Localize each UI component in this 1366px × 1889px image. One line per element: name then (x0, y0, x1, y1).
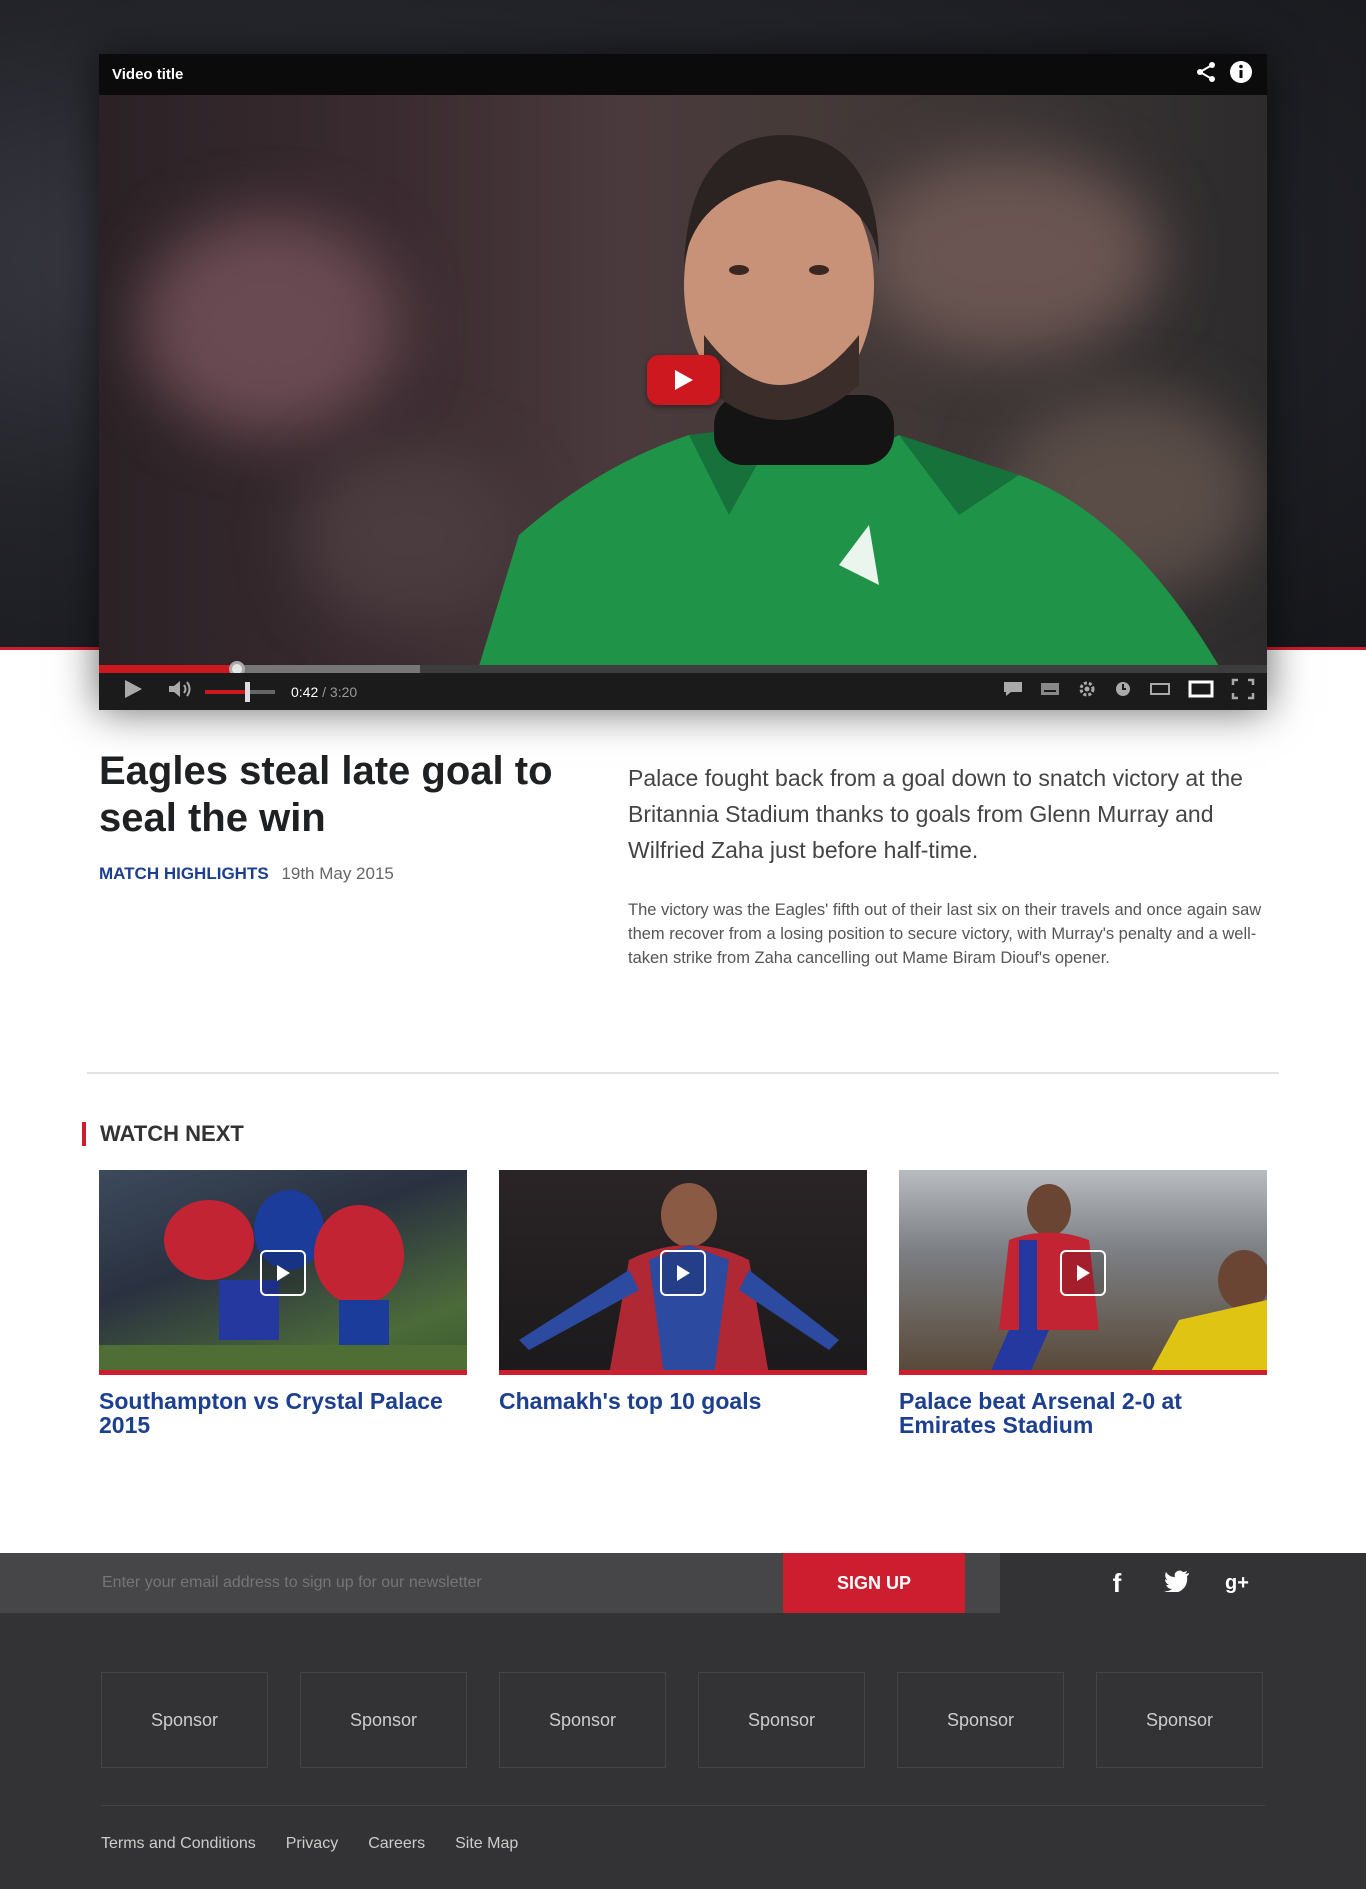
social-links: f g+ (1000, 1553, 1366, 1613)
article-body: The victory was the Eagles' fifth out of… (628, 901, 1262, 967)
watch-later-icon[interactable] (1114, 680, 1132, 703)
video-frame[interactable] (99, 95, 1267, 666)
watch-next-list: Southampton vs Crystal Palace 2015 Chama… (99, 1170, 1267, 1437)
watch-next-heading: WATCH NEXT (82, 1122, 244, 1146)
watch-next-title[interactable]: Palace beat Arsenal 2-0 at Emirates Stad… (899, 1389, 1267, 1437)
thumbnail-play-icon[interactable] (260, 1250, 306, 1296)
time-display: 0:42 / 3:20 (291, 684, 357, 700)
footer-link-careers[interactable]: Careers (368, 1835, 425, 1853)
footer: SIGN UP f g+ Sponsor Sponsor Sponsor Spo… (0, 1553, 1366, 1889)
google-plus-icon[interactable]: g+ (1221, 1572, 1253, 1595)
volume-handle[interactable] (245, 681, 250, 702)
play-icon[interactable] (123, 679, 143, 704)
volume-level (205, 689, 247, 694)
video-player[interactable]: Video title 0:42 / 3:20 (99, 54, 1267, 710)
thumbnail-play-icon[interactable] (660, 1250, 706, 1296)
sponsor-tile[interactable]: Sponsor (897, 1672, 1064, 1768)
footer-link-terms[interactable]: Terms and Conditions (101, 1835, 256, 1853)
sponsor-tile[interactable]: Sponsor (101, 1672, 268, 1768)
fullscreen-icon[interactable] (1231, 678, 1255, 705)
video-thumbnail[interactable] (99, 1170, 467, 1375)
watch-next-card[interactable]: Chamakh's top 10 goals (499, 1170, 867, 1437)
thumbnail-play-icon[interactable] (1060, 1250, 1106, 1296)
footer-divider (101, 1805, 1265, 1806)
current-time: 0:42 (291, 683, 319, 700)
control-bar: 0:42 / 3:20 (99, 673, 1267, 710)
article-date: 19th May 2015 (281, 864, 394, 883)
sponsor-tile[interactable]: Sponsor (300, 1672, 467, 1768)
progress-played (99, 665, 237, 673)
footer-link-sitemap[interactable]: Site Map (455, 1835, 518, 1853)
video-thumbnail[interactable] (899, 1170, 1267, 1375)
watch-next-title[interactable]: Chamakh's top 10 goals (499, 1389, 867, 1413)
article-lede: Palace fought back from a goal down to s… (628, 765, 1243, 863)
video-thumbnail[interactable] (499, 1170, 867, 1375)
play-overlay-button[interactable] (647, 355, 720, 405)
sponsor-tile[interactable]: Sponsor (1096, 1672, 1263, 1768)
watch-next-card[interactable]: Palace beat Arsenal 2-0 at Emirates Stad… (899, 1170, 1267, 1437)
sponsor-tile[interactable]: Sponsor (499, 1672, 666, 1768)
progress-bar[interactable] (99, 661, 1267, 677)
twitter-icon[interactable] (1161, 1568, 1193, 1599)
player-top-bar: Video title (99, 54, 1267, 95)
footer-link-privacy[interactable]: Privacy (286, 1835, 338, 1853)
section-divider (87, 1072, 1279, 1074)
small-player-icon[interactable] (1149, 681, 1171, 702)
watch-next-card[interactable]: Southampton vs Crystal Palace 2015 (99, 1170, 467, 1437)
newsletter-bar: SIGN UP f g+ (0, 1553, 1366, 1613)
signup-button[interactable]: SIGN UP (783, 1553, 965, 1613)
footer-links: Terms and Conditions Privacy Careers Sit… (101, 1835, 518, 1853)
video-title: Video title (112, 66, 184, 83)
watch-next-title[interactable]: Southampton vs Crystal Palace 2015 (99, 1389, 467, 1437)
article-headline: Eagles steal late goal to seal the win (99, 749, 553, 840)
sponsor-tile[interactable]: Sponsor (698, 1672, 865, 1768)
sponsor-list: Sponsor Sponsor Sponsor Sponsor Sponsor … (101, 1672, 1263, 1768)
volume-slider[interactable] (205, 681, 275, 702)
newsletter-email-input[interactable] (102, 1553, 702, 1613)
article-meta: MATCH HIGHLIGHTS 19th May 2015 (99, 864, 394, 884)
settings-gear-icon[interactable] (1077, 679, 1097, 704)
volume-icon[interactable] (167, 679, 193, 704)
facebook-icon[interactable]: f (1101, 1568, 1133, 1599)
captions-icon[interactable] (1040, 682, 1060, 701)
player-photo (479, 135, 1219, 666)
info-icon[interactable] (1229, 60, 1253, 89)
share-icon[interactable] (1195, 61, 1217, 88)
comments-icon[interactable] (1003, 680, 1023, 703)
duration: / 3:20 (322, 683, 358, 700)
theater-mode-icon[interactable] (1188, 680, 1214, 703)
article-category-link[interactable]: MATCH HIGHLIGHTS (99, 864, 269, 883)
